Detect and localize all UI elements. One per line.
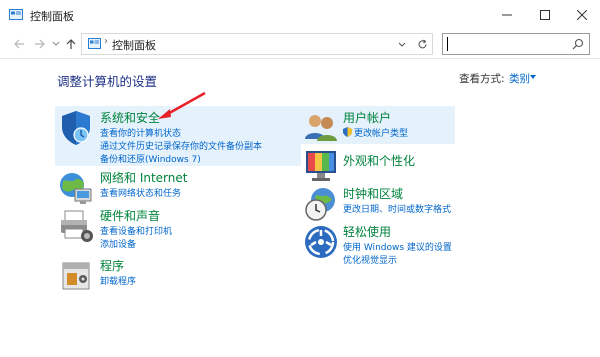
category-title[interactable]: 用户帐户 xyxy=(343,109,391,126)
link-uninstall-program[interactable]: 卸载程序 xyxy=(100,274,136,287)
navigation-bar: › 控制面板 xyxy=(0,30,600,59)
minimize-button[interactable] xyxy=(489,0,525,30)
refresh-icon xyxy=(417,39,427,48)
link-view-computer-status[interactable]: 查看你的计算机状态 xyxy=(100,126,181,139)
control-panel-icon xyxy=(88,38,101,49)
control-panel-content: 调整计算机的设置 查看方式: 类别 系统和安全 查看你的计算机状态 通过文件历史… xyxy=(0,59,600,357)
shield-icon[interactable] xyxy=(57,109,95,147)
text-cursor xyxy=(447,37,448,51)
maximize-button[interactable] xyxy=(527,0,563,30)
category-title[interactable]: 程序 xyxy=(100,257,124,274)
view-by-dropdown[interactable]: 类别 xyxy=(509,71,530,86)
link-network-status[interactable]: 查看网络状态和任务 xyxy=(100,186,181,199)
category-title[interactable]: 硬件和声音 xyxy=(100,207,160,224)
ease-of-access-icon[interactable] xyxy=(302,223,340,261)
uac-shield-icon xyxy=(343,127,352,137)
page-title: 调整计算机的设置 xyxy=(57,74,158,89)
link-file-history[interactable]: 通过文件历史记录保存你的文件备份副本 xyxy=(100,139,262,152)
programs-icon[interactable] xyxy=(57,257,95,295)
up-button[interactable] xyxy=(63,35,79,53)
forward-arrow-icon xyxy=(34,39,45,49)
link-change-account-type[interactable]: 更改帐户类型 xyxy=(343,126,408,139)
link-optimize-visual-display[interactable]: 优化视觉显示 xyxy=(343,253,397,266)
appearance-monitor-icon[interactable] xyxy=(302,147,340,185)
close-icon xyxy=(577,10,587,20)
search-icon[interactable] xyxy=(572,38,584,50)
breadcrumb-control-panel[interactable]: 控制面板 xyxy=(112,37,156,53)
link-backup-restore[interactable]: 备份和还原(Windows 7) xyxy=(100,152,201,165)
category-title[interactable]: 时钟和区域 xyxy=(343,185,403,202)
close-button[interactable] xyxy=(564,0,600,30)
back-button[interactable] xyxy=(11,35,27,53)
control-panel-icon xyxy=(9,9,23,20)
title-bar: 控制面板 xyxy=(0,0,600,30)
address-bar[interactable]: › 控制面板 xyxy=(81,33,413,55)
category-title[interactable]: 网络和 Internet xyxy=(100,169,187,186)
refresh-button[interactable] xyxy=(412,33,433,55)
breadcrumb-separator[interactable]: › xyxy=(104,36,108,47)
view-by-dropdown-arrow-icon[interactable] xyxy=(530,75,536,79)
window-title: 控制面板 xyxy=(30,10,74,23)
search-input[interactable] xyxy=(442,33,590,55)
link-add-device[interactable]: 添加设备 xyxy=(100,237,136,250)
recent-locations-button[interactable] xyxy=(48,35,64,53)
annotation-arrow-icon xyxy=(158,91,206,119)
back-arrow-icon xyxy=(13,39,24,49)
view-by-label: 查看方式: xyxy=(459,73,505,85)
address-history-dropdown-icon[interactable] xyxy=(396,38,408,50)
users-icon[interactable] xyxy=(302,109,340,147)
category-title[interactable]: 轻松使用 xyxy=(343,223,391,240)
link-windows-recommended-settings[interactable]: 使用 Windows 建议的设置 xyxy=(343,240,452,253)
category-title[interactable]: 外观和个性化 xyxy=(343,152,415,169)
up-arrow-icon xyxy=(66,38,76,49)
printer-icon[interactable] xyxy=(57,207,95,245)
chevron-down-icon xyxy=(52,41,60,46)
link-change-account-type-label[interactable]: 更改帐户类型 xyxy=(354,129,408,139)
link-devices-printers[interactable]: 查看设备和打印机 xyxy=(100,224,172,237)
forward-button[interactable] xyxy=(31,35,47,53)
minimize-icon xyxy=(502,14,512,16)
network-globe-icon[interactable] xyxy=(57,169,95,207)
maximize-icon xyxy=(540,10,550,20)
link-change-date-time-format[interactable]: 更改日期、时间或数字格式 xyxy=(343,202,451,215)
clock-globe-icon[interactable] xyxy=(302,185,340,223)
